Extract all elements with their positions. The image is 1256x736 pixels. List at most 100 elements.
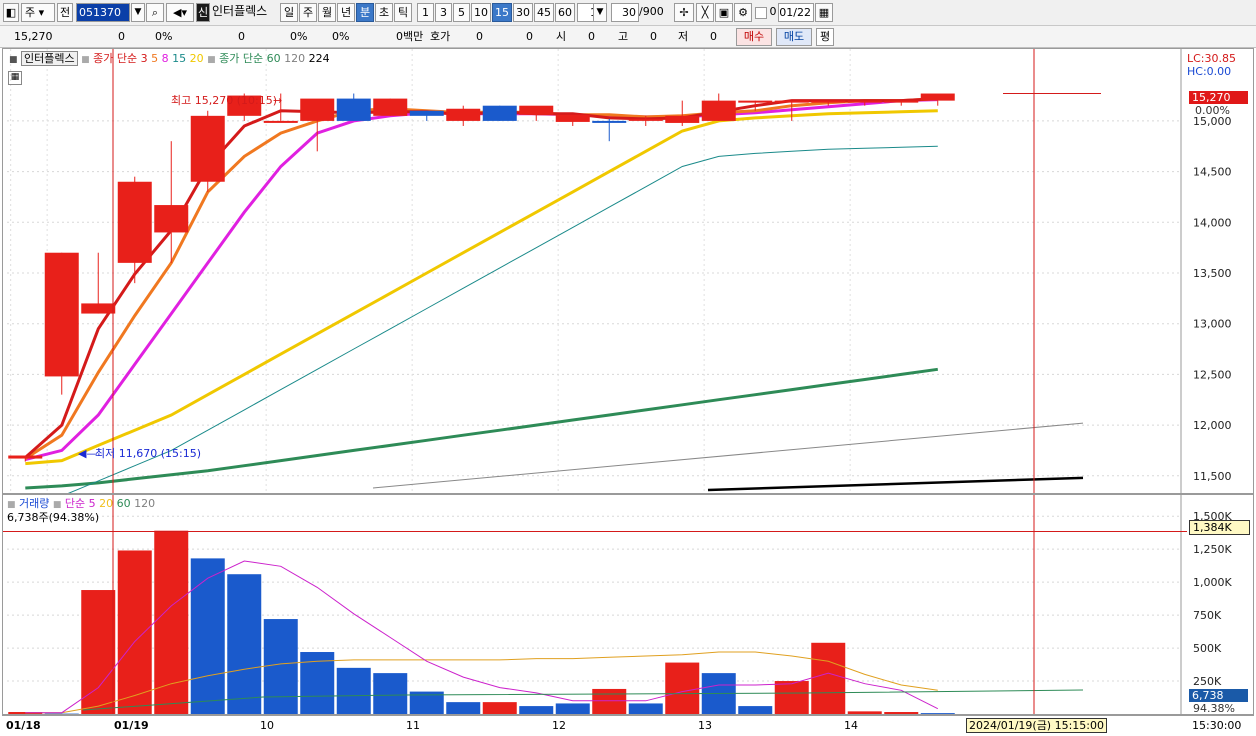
low-value: 0: [710, 30, 717, 43]
volume-bar: [774, 681, 809, 714]
vol-ma-20: 20: [99, 497, 114, 510]
current-pct-label: 0.00%: [1195, 104, 1230, 117]
period-year[interactable]: 년: [337, 3, 355, 22]
volume-bar: [665, 662, 700, 714]
bid-value-2: 0: [526, 30, 533, 43]
volume-bar: [373, 673, 408, 714]
ma-legend-224: 224: [308, 52, 330, 65]
speaker-icon[interactable]: ◀▾: [166, 3, 194, 22]
current-price-tag: 15,270: [1189, 91, 1248, 104]
period-day[interactable]: 일: [280, 3, 298, 22]
interval-10[interactable]: 10: [471, 3, 491, 22]
interval-dropdown-icon[interactable]: ▼: [593, 3, 607, 22]
period-tick[interactable]: 틱: [394, 3, 412, 22]
candle-up: [81, 303, 116, 314]
layout-icon[interactable]: ◧: [3, 3, 19, 22]
volume-bar: [482, 702, 517, 714]
vol-ma-120: 120: [134, 497, 156, 510]
count-max: /900: [639, 5, 664, 18]
interval-5[interactable]: 5: [453, 3, 470, 22]
ma8-line: [24, 98, 938, 462]
ma-legend-15: 15: [172, 52, 187, 65]
period-minute[interactable]: 분: [356, 3, 374, 22]
candle-up: [884, 100, 919, 103]
ma15-line: [67, 145, 938, 493]
volume-chart[interactable]: 250K500K750K1,000K1,250K1,500K: [3, 495, 1253, 714]
volume-tick-label: 1,250K: [1193, 543, 1232, 556]
search-icon[interactable]: ⌕: [146, 3, 164, 22]
checkbox[interactable]: [755, 7, 767, 19]
gear-icon[interactable]: ⚙: [734, 3, 752, 22]
interval-15[interactable]: 15: [492, 3, 512, 22]
period-second[interactable]: 초: [375, 3, 393, 22]
volume-pane[interactable]: 250K 500K 750K 1,000K 1,250K 1,500K ■ 거래량 ■ 단…: [2, 494, 1254, 715]
price-tick-label: 14,500: [1193, 166, 1232, 179]
interval-3[interactable]: 3: [435, 3, 452, 22]
interval-1[interactable]: 1: [417, 3, 434, 22]
legend-marker-icon-4: ■: [7, 500, 16, 510]
trade-amount: 0백만: [396, 30, 424, 43]
period-month[interactable]: 월: [318, 3, 336, 22]
volume-tick-label: 250K: [1193, 675, 1222, 688]
price-tick-label: 13,500: [1193, 267, 1232, 280]
time-label-13: 13: [698, 719, 712, 732]
candle-up: [738, 100, 773, 103]
interval-30[interactable]: 30: [513, 3, 533, 22]
volume-bar: [446, 702, 481, 714]
candle-up: [8, 455, 43, 459]
time-label-12: 12: [552, 719, 566, 732]
period-week[interactable]: 주: [299, 3, 317, 22]
time-label-0119: 01/19: [114, 719, 149, 732]
stock-name-box[interactable]: 인터플렉스: [21, 51, 78, 66]
volume-title: 거래량: [19, 497, 50, 510]
volume: 0: [238, 30, 245, 43]
crosshair-icon[interactable]: ✢: [674, 3, 694, 22]
volume-tick-label: 750K: [1193, 609, 1222, 622]
volume-bar: [592, 688, 627, 714]
candle-up: [190, 115, 225, 182]
volume-bar: [555, 703, 590, 714]
vol-ma-label: 단순: [64, 497, 86, 510]
legend-marker-icon-3: ■: [207, 55, 216, 65]
prev-button[interactable]: 전: [57, 3, 73, 22]
candle-up: [154, 205, 189, 233]
ma20-line: [25, 109, 938, 466]
time-label-10: 10: [260, 719, 274, 732]
code-dropdown-icon[interactable]: ▼: [131, 3, 145, 22]
candle-up: [446, 108, 481, 121]
volume-bar: [154, 530, 189, 714]
ma-legend-60: 60: [266, 52, 281, 65]
high-label: 고: [618, 30, 629, 43]
eval-button[interactable]: 평: [816, 28, 834, 46]
grid-icon[interactable]: ▦: [8, 71, 22, 85]
volume-bar: [920, 713, 955, 714]
volume-bar: [811, 642, 846, 714]
volume-bar: [190, 558, 225, 714]
volume-tick-label: 1,000K: [1193, 576, 1232, 589]
price-pane[interactable]: 11,500 12,000 12,500 13,000 13,500 14,000 14,5…: [2, 48, 1254, 494]
buy-button[interactable]: 매수: [736, 28, 772, 46]
legend-marker-icon-2: ■: [81, 55, 90, 65]
save-icon[interactable]: ▣: [715, 3, 733, 22]
volume-bar: [738, 706, 773, 714]
draw-tool-icon[interactable]: ╳: [696, 3, 714, 22]
count-input[interactable]: 30: [611, 3, 639, 22]
volume-bar: [336, 667, 371, 714]
stock-code-input[interactable]: 051370: [76, 3, 130, 22]
date-input[interactable]: 01/22: [778, 3, 814, 22]
time-label-11: 11: [406, 719, 420, 732]
interval-60[interactable]: 60: [555, 3, 575, 22]
calendar-icon[interactable]: ▦: [815, 3, 833, 22]
volume-bar: [884, 712, 919, 714]
price-chart[interactable]: 11,500 12,000 12,500 13,000 13,500 14,000 14,5…: [3, 49, 1253, 493]
market-select[interactable]: 주 ▾: [21, 3, 55, 22]
candle-up: [774, 100, 809, 103]
volume-legend: ■ 거래량 ■ 단순 5 20 60 120: [7, 497, 155, 512]
interval-45[interactable]: 45: [534, 3, 554, 22]
volume-pct-2: 0%: [332, 30, 350, 43]
last-volume-label: 6,738주(94.38%): [7, 511, 100, 524]
volume-bar: [628, 703, 663, 714]
price-tick-label: 11,500: [1193, 470, 1232, 483]
bid-value-1: 0: [476, 30, 483, 43]
sell-button[interactable]: 매도: [776, 28, 812, 46]
